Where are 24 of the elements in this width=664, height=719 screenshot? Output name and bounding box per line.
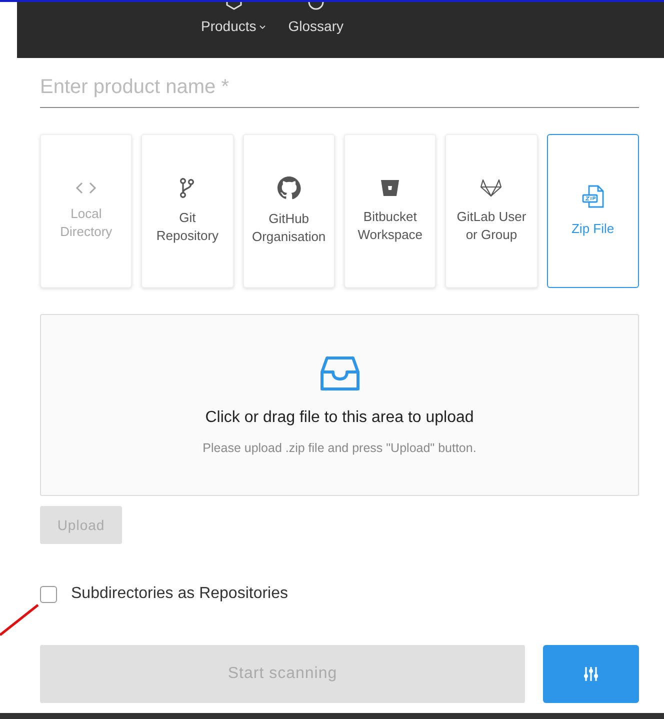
source-card[interactable]: GitLab User or Group: [445, 134, 538, 288]
source-card[interactable]: GitHub Organisation: [242, 134, 335, 288]
inbox-icon: [318, 355, 360, 393]
annotation-line: [0, 604, 40, 636]
fox-head-icon: [479, 178, 504, 198]
dropzone-title: Click or drag file to this area to upload: [205, 409, 474, 427]
shield-icon: [226, 2, 242, 10]
nav-link[interactable]: Glossary: [288, 2, 344, 58]
source-card[interactable]: Bitbucket Workspace: [344, 134, 436, 288]
upload-dropzone[interactable]: Click or drag file to this area to upload Please upload .zip file and press "Upload" button.: [40, 314, 639, 496]
octocat-icon: [276, 176, 301, 200]
source-card[interactable]: Git Repository: [141, 134, 234, 288]
product-name-field[interactable]: Enter product name *: [40, 76, 639, 108]
sliders-icon: [583, 666, 599, 682]
checkbox-label: Subdirectories as Repositories: [71, 585, 288, 603]
checkbox[interactable]: [40, 586, 57, 602]
settings-button[interactable]: [543, 645, 639, 703]
chevron-down-icon: [259, 24, 266, 30]
dropzone-hint: Please upload .zip file and press "Upload" button.: [202, 441, 476, 455]
code-icon: [75, 181, 98, 196]
nav-link[interactable]: Products: [201, 2, 266, 58]
bucket-icon: [380, 178, 400, 198]
branch-icon: [179, 177, 196, 200]
zip-file-icon: [580, 184, 605, 210]
